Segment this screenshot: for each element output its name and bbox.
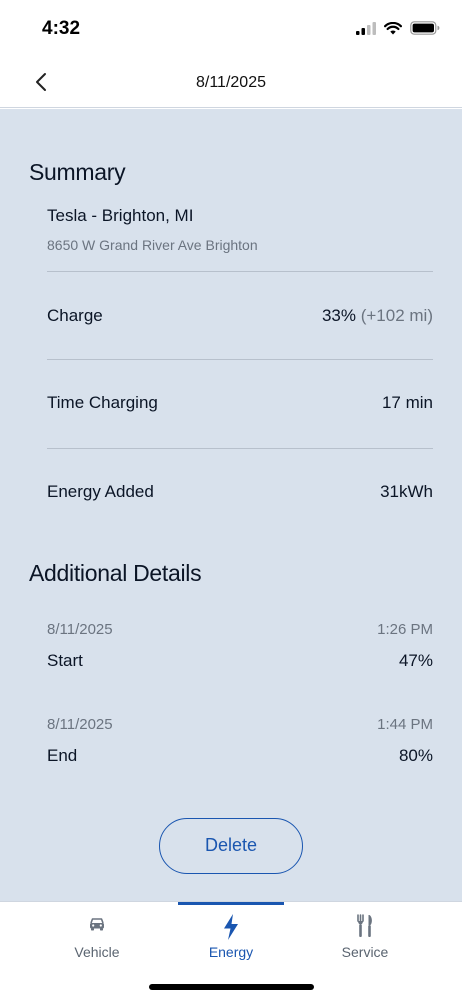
end-time: 1:44 PM <box>377 716 433 733</box>
cellular-signal-icon <box>356 21 376 35</box>
tab-vehicle[interactable]: Vehicle <box>20 902 174 972</box>
start-label: Start <box>47 651 83 670</box>
tab-label: Energy <box>208 944 254 960</box>
tab-service[interactable]: Service <box>288 902 442 972</box>
summary-heading: Summary <box>29 159 126 185</box>
page-title: 8/11/2025 <box>196 74 266 91</box>
divider <box>47 359 433 360</box>
delete-button[interactable]: Delete <box>159 818 303 874</box>
location-name: Tesla - Brighton, MI <box>47 206 194 225</box>
charge-label: Charge <box>47 306 103 325</box>
home-indicator[interactable] <box>149 984 314 990</box>
energy-added-value: 31kWh <box>380 482 433 501</box>
nav-bar: 8/11/2025 <box>0 58 462 108</box>
battery-icon <box>410 21 440 35</box>
time-charging-label: Time Charging <box>47 393 158 412</box>
status-bar: 4:32 <box>0 0 462 58</box>
start-value: 47% <box>398 651 433 670</box>
divider <box>47 448 433 449</box>
start-time: 1:26 PM <box>377 621 433 638</box>
tab-bar: Vehicle Energy Service <box>0 901 462 1000</box>
car-icon <box>90 918 104 931</box>
wifi-icon <box>384 21 402 34</box>
additional-details-heading: Additional Details <box>29 560 202 586</box>
lightning-icon <box>224 914 238 940</box>
energy-added-label: Energy Added <box>47 482 154 501</box>
charge-percent: 33% <box>321 306 356 325</box>
charge-value: 33% (+102 mi) <box>322 306 433 326</box>
end-value: 80% <box>398 746 433 765</box>
divider <box>47 271 433 272</box>
start-date: 8/11/2025 <box>47 621 113 638</box>
status-time: 4:32 <box>42 18 81 39</box>
charge-range-added: (+102 mi) <box>360 306 433 325</box>
tab-label: Service <box>341 944 389 960</box>
end-label: End <box>47 746 78 765</box>
status-icons <box>356 21 440 35</box>
time-charging-value: 17 min <box>381 393 433 412</box>
tab-energy[interactable]: Energy <box>154 902 308 972</box>
tools-icon <box>357 914 372 937</box>
end-date: 8/11/2025 <box>47 716 113 733</box>
session-details-panel: Summary Tesla - Brighton, MI 8650 W Gran… <box>0 109 462 901</box>
tab-label: Vehicle <box>74 944 120 960</box>
location-address: 8650 W Grand River Ave Brighton <box>47 237 258 253</box>
